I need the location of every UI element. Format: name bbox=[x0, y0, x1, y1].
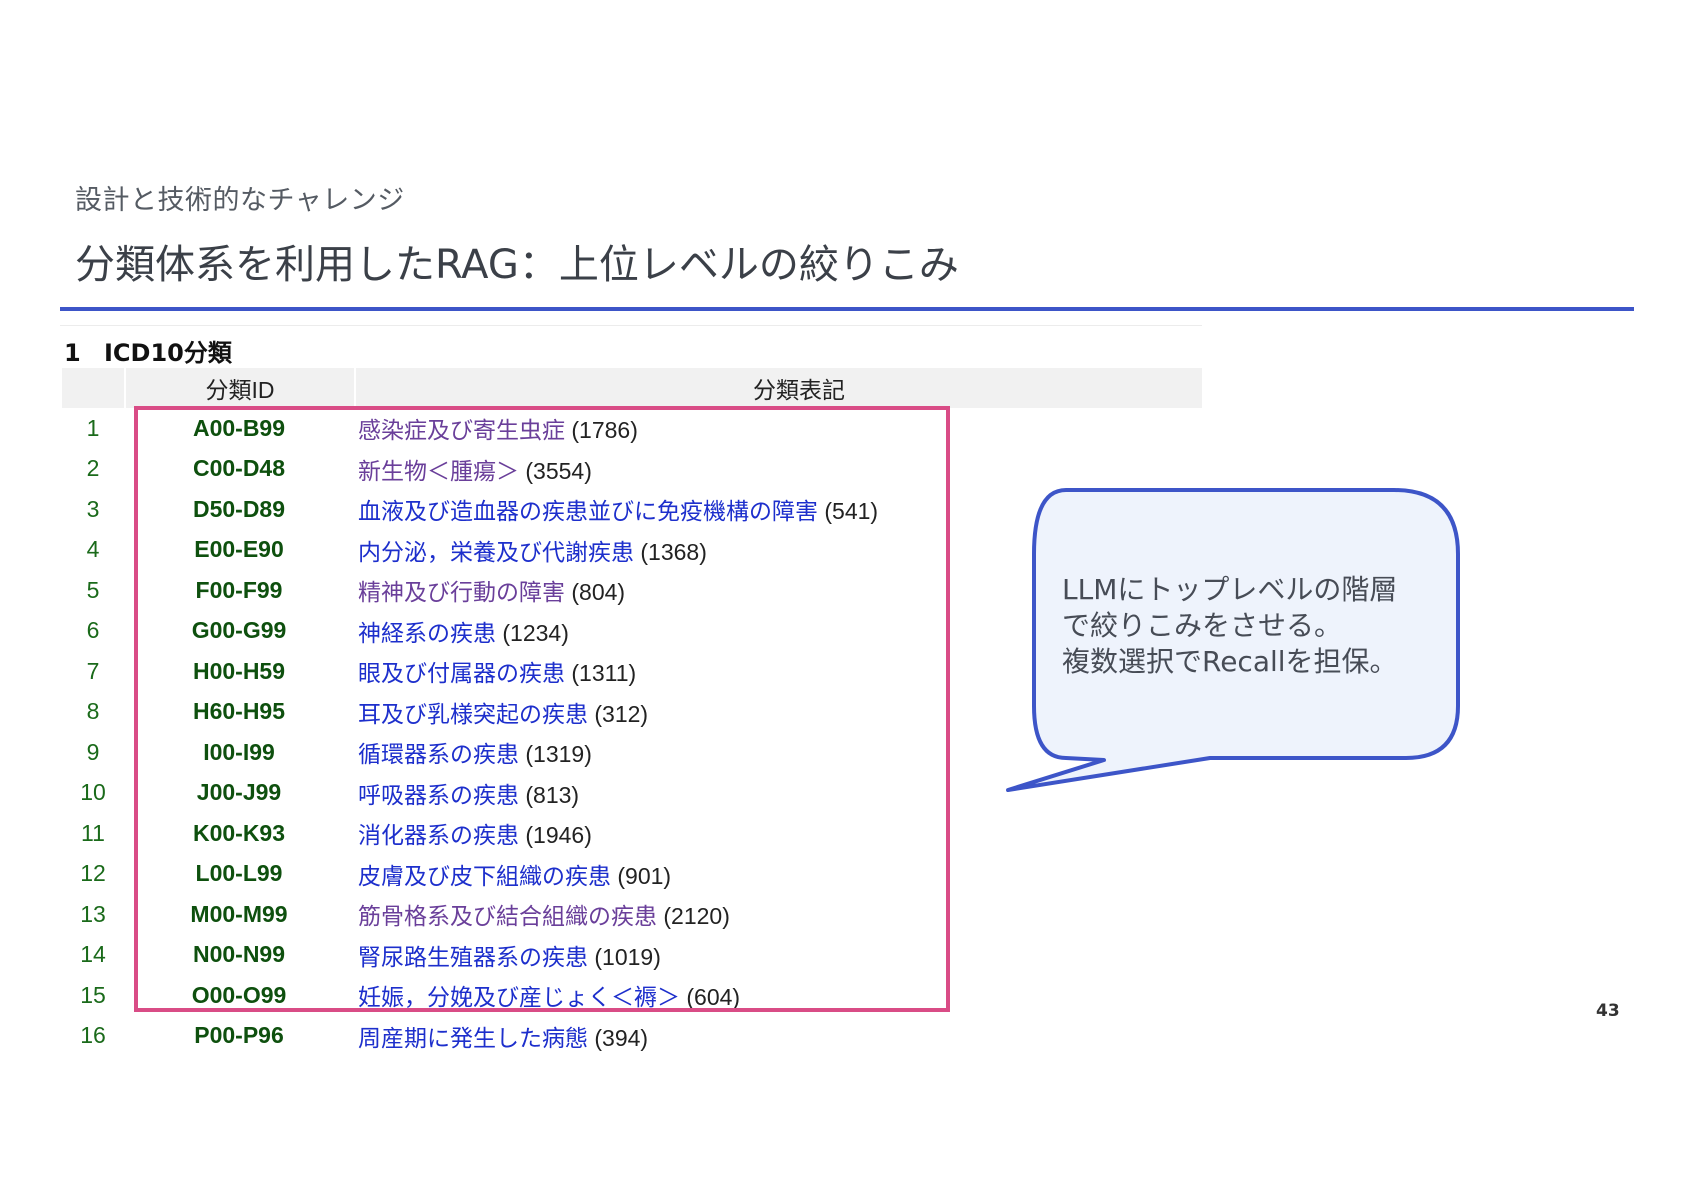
row-index: 7 bbox=[86, 657, 100, 684]
classification-link[interactable]: 神経系の疾患 bbox=[358, 620, 496, 646]
classification-label-cell: 妊娠，分娩及び産じょく＜褥＞ (604) bbox=[354, 978, 1202, 1012]
classification-link[interactable]: 呼吸器系の疾患 bbox=[358, 782, 519, 808]
classification-id: I00-I99 bbox=[203, 738, 275, 765]
classification-label-cell: 感染症及び寄生虫症 (1786) bbox=[354, 411, 1202, 445]
row-index: 4 bbox=[86, 536, 100, 563]
row-index: 5 bbox=[86, 576, 100, 603]
row-index: 9 bbox=[86, 738, 100, 765]
classification-link[interactable]: 筋骨格系及び結合組織の疾患 bbox=[358, 903, 657, 929]
classification-count: (2120) bbox=[657, 903, 730, 930]
classification-id: L00-L99 bbox=[195, 860, 283, 887]
classification-id: F00-F99 bbox=[195, 576, 283, 603]
classification-link[interactable]: 新生物＜腫瘍＞ bbox=[358, 458, 519, 484]
classification-label-cell: 筋骨格系及び結合組織の疾患 (2120) bbox=[354, 897, 1202, 931]
table-row: 13 M00-M99 筋骨格系及び結合組織の疾患 (2120) bbox=[62, 894, 1202, 935]
row-index: 8 bbox=[86, 698, 100, 725]
classification-count: (394) bbox=[588, 1024, 649, 1051]
classification-link[interactable]: 皮膚及び皮下組織の疾患 bbox=[358, 863, 611, 889]
classification-count: (541) bbox=[818, 498, 879, 525]
table-row: 12 L00-L99 皮膚及び皮下組織の疾患 (901) bbox=[62, 854, 1202, 895]
table-row: 2 C00-D48 新生物＜腫瘍＞ (3554) bbox=[62, 449, 1202, 490]
row-index: 6 bbox=[86, 617, 100, 644]
classification-label-cell: 消化器系の疾患 (1946) bbox=[354, 816, 1202, 850]
header-classification-label: 分類表記 bbox=[753, 377, 845, 403]
section-divider bbox=[60, 325, 1202, 326]
classification-id: M00-M99 bbox=[190, 900, 288, 927]
classification-id: H00-H59 bbox=[192, 657, 286, 684]
classification-link[interactable]: 精神及び行動の障害 bbox=[358, 579, 565, 605]
callout-line: で絞りこみをさせる。 bbox=[1062, 609, 1343, 642]
classification-link[interactable]: 感染症及び寄生虫症 bbox=[358, 417, 565, 443]
classification-count: (804) bbox=[565, 579, 626, 606]
section-title: ICD10分類 bbox=[104, 339, 232, 367]
classification-link[interactable]: 消化器系の疾患 bbox=[358, 822, 519, 848]
classification-id: E00-E90 bbox=[194, 536, 284, 563]
slide-title: 分類体系を利用したRAG：上位レベルの絞りこみ bbox=[75, 242, 959, 288]
slide-subtitle: 設計と技術的なチャレンジ bbox=[75, 185, 405, 216]
classification-count: (1311) bbox=[565, 660, 637, 687]
classification-id: C00-D48 bbox=[192, 455, 286, 482]
row-index: 15 bbox=[80, 981, 106, 1008]
row-index: 16 bbox=[80, 1022, 106, 1049]
classification-count: (604) bbox=[680, 984, 741, 1011]
table-row: 1 A00-B99 感染症及び寄生虫症 (1786) bbox=[62, 408, 1202, 449]
classification-link[interactable]: 内分泌，栄養及び代謝疾患 bbox=[358, 539, 634, 565]
classification-count: (1019) bbox=[588, 943, 661, 970]
row-index: 2 bbox=[86, 455, 100, 482]
table-row: 14 N00-N99 腎尿路生殖器系の疾患 (1019) bbox=[62, 935, 1202, 976]
classification-link[interactable]: 腎尿路生殖器系の疾患 bbox=[358, 944, 588, 970]
header-index bbox=[62, 368, 126, 408]
classification-link[interactable]: 眼及び付属器の疾患 bbox=[358, 660, 565, 686]
page-number: 43 bbox=[1596, 1001, 1620, 1021]
classification-count: (1234) bbox=[496, 619, 569, 646]
classification-id: G00-G99 bbox=[191, 617, 287, 644]
classification-count: (1319) bbox=[519, 741, 592, 768]
header-classification-id: 分類ID bbox=[126, 368, 356, 408]
classification-link[interactable]: 妊娠，分娩及び産じょく＜褥＞ bbox=[358, 984, 680, 1010]
classification-id: H60-H95 bbox=[192, 698, 286, 725]
classification-id: J00-J99 bbox=[196, 779, 282, 806]
section-number: 1 bbox=[64, 339, 81, 367]
table-row: 16 P00-P96 周産期に発生した病態 (394) bbox=[62, 1016, 1202, 1057]
row-index: 3 bbox=[86, 495, 100, 522]
classification-id: O00-O99 bbox=[191, 981, 287, 1008]
speech-bubble-text: LLMにトップレベルの階層 で絞りこみをさせる。 複数選択でRecallを担保。 bbox=[1062, 572, 1442, 680]
table-row: 11 K00-K93 消化器系の疾患 (1946) bbox=[62, 813, 1202, 854]
classification-label-cell: 新生物＜腫瘍＞ (3554) bbox=[354, 452, 1202, 486]
classification-id: A00-B99 bbox=[192, 414, 286, 441]
classification-label-cell: 腎尿路生殖器系の疾患 (1019) bbox=[354, 938, 1202, 972]
row-index: 14 bbox=[80, 941, 106, 968]
row-index: 13 bbox=[80, 900, 106, 927]
classification-label-cell: 周産期に発生した病態 (394) bbox=[354, 1019, 1202, 1053]
classification-count: (3554) bbox=[519, 457, 592, 484]
section-heading: 1 ICD10分類 bbox=[64, 333, 232, 368]
callout-line: LLMにトップレベルの階層 bbox=[1062, 573, 1398, 606]
row-index: 1 bbox=[86, 414, 100, 441]
classification-id: P00-P96 bbox=[194, 1022, 284, 1049]
title-divider bbox=[60, 307, 1634, 311]
classification-link[interactable]: 周産期に発生した病態 bbox=[358, 1025, 588, 1051]
classification-label-cell: 皮膚及び皮下組織の疾患 (901) bbox=[354, 857, 1202, 891]
classification-count: (901) bbox=[611, 862, 672, 889]
callout-line: 複数選択でRecallを担保。 bbox=[1062, 645, 1398, 678]
row-index: 12 bbox=[80, 860, 106, 887]
row-index: 10 bbox=[80, 779, 106, 806]
classification-id: D50-D89 bbox=[192, 495, 286, 522]
classification-link[interactable]: 循環器系の疾患 bbox=[358, 741, 519, 767]
classification-count: (312) bbox=[588, 700, 649, 727]
classification-count: (1368) bbox=[634, 538, 707, 565]
table-row: 15 O00-O99 妊娠，分娩及び産じょく＜褥＞ (604) bbox=[62, 975, 1202, 1016]
row-index: 11 bbox=[81, 819, 105, 846]
classification-id: N00-N99 bbox=[192, 941, 286, 968]
classification-count: (1946) bbox=[519, 822, 592, 849]
classification-link[interactable]: 耳及び乳様突起の疾患 bbox=[358, 701, 588, 727]
classification-id: K00-K93 bbox=[192, 819, 286, 846]
classification-count: (813) bbox=[519, 781, 580, 808]
classification-count: (1786) bbox=[565, 417, 638, 444]
table-header: 分類ID 分類表記 bbox=[62, 368, 1202, 408]
classification-link[interactable]: 血液及び造血器の疾患並びに免疫機構の障害 bbox=[358, 498, 818, 524]
